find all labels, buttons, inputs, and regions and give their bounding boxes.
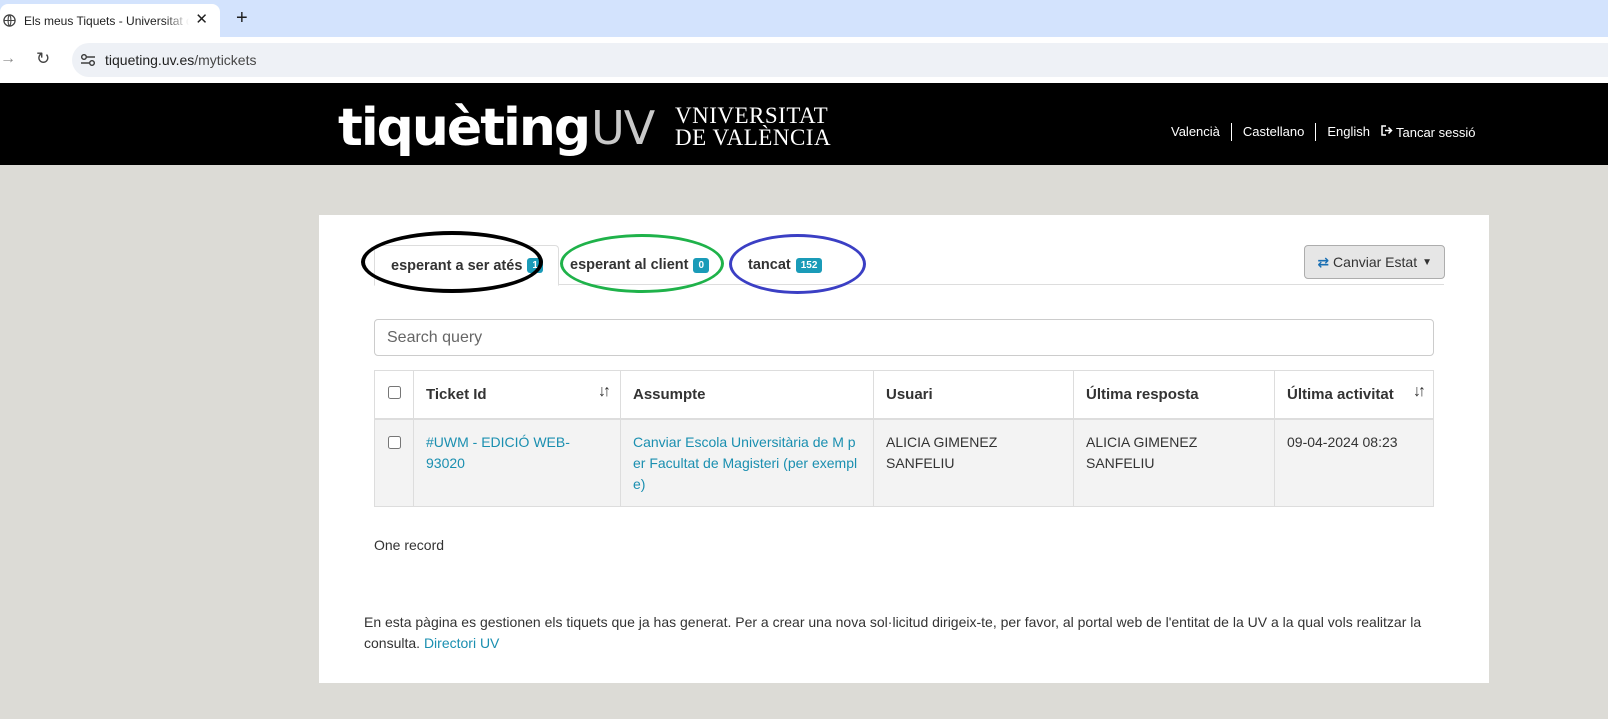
- column-label: Última resposta: [1086, 385, 1199, 403]
- globe-icon: [2, 14, 16, 28]
- browser-tabstrip: Els meus Tiquets - Universitat de Valènc…: [0, 0, 1608, 37]
- last-activity-cell: 09-04-2024 08:23: [1274, 418, 1434, 507]
- table-header-row: Ticket Id ↓↑ Assumpte Usuari Última respo…: [374, 370, 1434, 420]
- count-badge: 1: [527, 258, 543, 273]
- logout-link[interactable]: Tancar sessió: [1381, 125, 1475, 140]
- search-input[interactable]: [374, 319, 1434, 356]
- reload-icon[interactable]: ↻: [36, 49, 50, 69]
- tab-label: esperant a ser atés: [391, 257, 523, 274]
- help-text: En esta pàgina es gestionen els tiquets …: [364, 612, 1424, 654]
- address-bar[interactable]: tiqueting.uv.es/mytickets: [72, 43, 1608, 77]
- logo-main-text: tiquèting: [338, 98, 591, 158]
- change-state-dropdown-button[interactable]: ⇄ Canviar Estat ▼: [1304, 245, 1445, 279]
- column-label: Última activitat: [1287, 385, 1394, 403]
- tickets-table: Ticket Id ↓↑ Assumpte Usuari Última respo…: [374, 370, 1434, 507]
- browser-toolbar: → ↻ tiqueting.uv.es/mytickets: [0, 37, 1608, 83]
- select-all-cell: [374, 370, 414, 420]
- sort-icon[interactable]: ↓↑: [1413, 383, 1426, 401]
- count-badge: 152: [795, 257, 823, 273]
- ticket-status-tabs: esperant a ser atés 1 esperant al client…: [374, 245, 1444, 286]
- tab-closed[interactable]: tancat 152: [748, 245, 823, 285]
- select-all-checkbox[interactable]: [387, 385, 401, 399]
- column-ticket-id[interactable]: Ticket Id ↓↑: [413, 370, 621, 420]
- new-tab-icon[interactable]: +: [236, 8, 248, 28]
- ticket-id-link[interactable]: #UWM - EDICIÓ WEB-93020: [426, 434, 570, 471]
- url-text: tiqueting.uv.es/mytickets: [105, 52, 256, 68]
- site-header: tiquèting UV VNIVERSITAT DE VALÈNCIA Vale…: [0, 83, 1608, 165]
- user-cell: ALICIA GIMENEZ SANFELIU: [873, 418, 1074, 507]
- help-text-body: En esta pàgina es gestionen els tiquets …: [364, 614, 1422, 651]
- sign-out-icon: [1381, 125, 1393, 139]
- tab-waiting-client[interactable]: esperant al client 0: [570, 245, 710, 285]
- lang-valencia-link[interactable]: Valencià: [1163, 123, 1231, 141]
- column-last-activity[interactable]: Última activitat ↓↑: [1274, 370, 1434, 420]
- logo-suffix-text: UV: [591, 101, 655, 155]
- ticket-id-cell: #UWM - EDICIÓ WEB-93020: [413, 418, 621, 507]
- lang-english-link[interactable]: English: [1316, 123, 1381, 141]
- change-state-label: Canviar Estat: [1333, 254, 1418, 270]
- close-icon[interactable]: ✕: [195, 12, 208, 28]
- forward-arrow-icon[interactable]: →: [0, 50, 16, 68]
- browser-tab[interactable]: Els meus Tiquets - Universitat de Valènc…: [0, 4, 220, 37]
- caret-down-icon: ▼: [1422, 256, 1432, 268]
- column-label: Assumpte: [633, 385, 706, 403]
- tiqueting-uv-logo[interactable]: tiquèting UV: [338, 89, 655, 159]
- count-badge: 0: [693, 257, 710, 273]
- column-label: Usuari: [886, 385, 933, 403]
- url-host: tiqueting.uv.es: [105, 52, 195, 68]
- last-reply-cell: ALICIA GIMENEZ SANFELIU: [1073, 418, 1275, 507]
- logo-univ-line1: VNIVERSITAT: [675, 103, 829, 128]
- tab-label: tancat: [748, 257, 791, 273]
- site-settings-icon[interactable]: [80, 52, 96, 68]
- logo-univ-line2: DE VALÈNCIA: [675, 125, 832, 150]
- row-select-cell: [374, 418, 414, 507]
- directory-link[interactable]: Directori UV: [424, 635, 499, 651]
- sort-icon[interactable]: ↓↑: [598, 383, 611, 401]
- tickets-panel: esperant a ser atés 1 esperant al client…: [319, 215, 1489, 683]
- column-subject: Assumpte: [620, 370, 874, 420]
- url-path: /mytickets: [194, 52, 257, 68]
- column-label: Ticket Id: [426, 385, 487, 403]
- logout-label: Tancar sessió: [1395, 124, 1476, 140]
- row-checkbox[interactable]: [387, 435, 401, 449]
- universitat-valencia-logo[interactable]: VNIVERSITAT DE VALÈNCIA: [675, 103, 832, 150]
- lang-castellano-link[interactable]: Castellano: [1232, 123, 1315, 141]
- tab-title: Els meus Tiquets - Universitat de Valènc…: [24, 13, 189, 28]
- tab-label: esperant al client: [570, 257, 689, 273]
- column-last-reply: Última resposta: [1073, 370, 1275, 420]
- subject-cell: Canviar Escola Universitària de M per Fa…: [620, 418, 874, 507]
- record-count: One record: [374, 537, 445, 553]
- table-row[interactable]: #UWM - EDICIÓ WEB-93020 Canviar Escola U…: [374, 418, 1434, 507]
- tab-waiting-attention[interactable]: esperant a ser atés 1: [374, 245, 559, 286]
- language-nav: Valencià Castellano English Tancar sessi…: [1163, 123, 1475, 141]
- subject-link[interactable]: Canviar Escola Universitària de M per Fa…: [633, 434, 857, 492]
- column-user: Usuari: [873, 370, 1074, 420]
- swap-arrows-icon: ⇄: [1317, 253, 1330, 270]
